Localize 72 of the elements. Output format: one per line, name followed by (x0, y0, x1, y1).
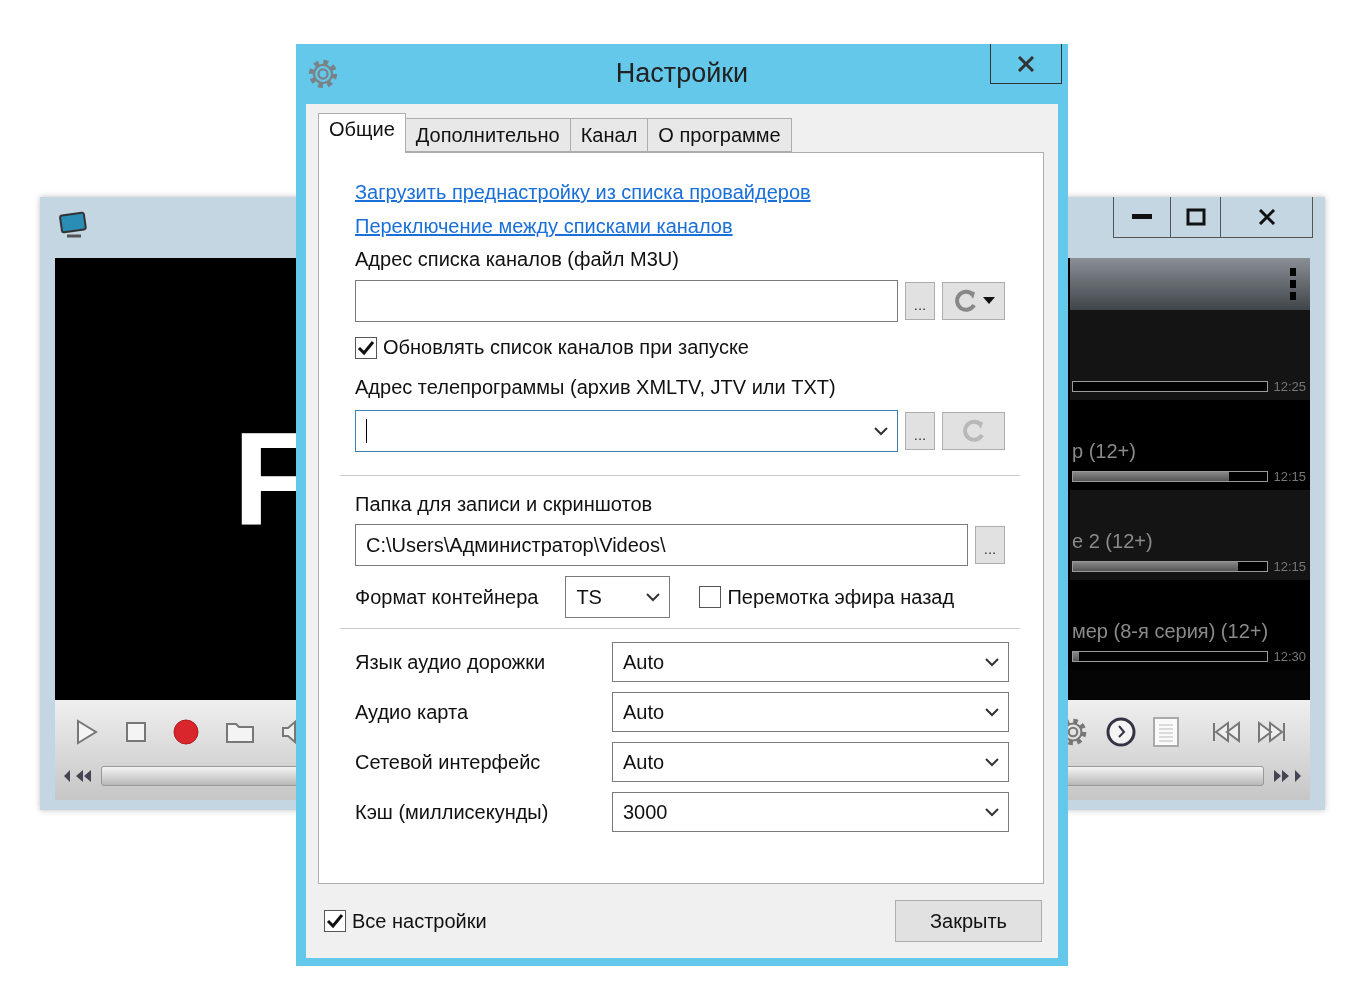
channel-row[interactable]: е 2 (12+) 12:15 (1070, 490, 1310, 580)
refresh-button[interactable] (942, 282, 1005, 320)
checkbox[interactable] (699, 586, 722, 608)
browse-button[interactable]: ... (905, 282, 935, 320)
record-icon[interactable] (173, 719, 199, 745)
field-label: Папка для записи и скриншотов (355, 492, 654, 516)
programme-title: р (12+) (1072, 440, 1137, 463)
play-icon[interactable] (75, 719, 99, 745)
programme-time: 12:30 (1273, 649, 1306, 664)
chevron-down-icon (984, 807, 1000, 817)
checkbox-label: Все настройки (352, 909, 487, 933)
checkbox[interactable] (355, 336, 377, 359)
close-button[interactable] (990, 44, 1062, 84)
dropdown[interactable]: Auto (612, 642, 1009, 682)
chevron-down-icon (873, 426, 889, 436)
folder-icon[interactable] (225, 720, 255, 744)
minimize-icon (1132, 214, 1152, 220)
checkbox[interactable] (324, 910, 346, 932)
text-cursor (366, 419, 367, 443)
chevron-down-icon (645, 592, 662, 602)
more-icon[interactable] (1290, 268, 1296, 300)
dropdown[interactable]: 3000 (612, 792, 1009, 832)
tab[interactable]: Общие (318, 113, 406, 153)
chevron-down-icon (984, 757, 1000, 767)
channel-row[interactable]: мер (8-я серия) (12+) 12:30 (1070, 580, 1310, 670)
field-label: Формат контейнера (355, 585, 539, 609)
channel-row[interactable]: р (12+) 12:15 (1070, 400, 1310, 490)
dialog-title: Настройки (614, 58, 750, 89)
tab[interactable]: О программе (647, 118, 792, 152)
stop-icon[interactable] (125, 721, 147, 743)
maximize-icon (1185, 208, 1206, 226)
path-field[interactable]: C:\Users\Администратор\Videos\ (355, 524, 968, 566)
browse-button[interactable]: ... (975, 526, 1005, 564)
container-select[interactable]: TS (565, 576, 671, 618)
programme-time: 12:15 (1273, 559, 1306, 574)
close-icon (1017, 55, 1035, 72)
previous-icon[interactable] (1211, 721, 1241, 743)
monitor-icon (59, 211, 89, 239)
field-label: Сетевой интерфейс (355, 750, 542, 774)
field-label: Адрес списка каналов (файл M3U) (355, 247, 680, 271)
checkbox-label: Обновлять список каналов при запуске (383, 336, 749, 359)
link[interactable]: Загрузить преднастройку из списка провайдеров (355, 175, 811, 209)
clock-icon[interactable] (1105, 716, 1137, 748)
chevron-down-icon (984, 657, 1000, 667)
combo-field[interactable] (355, 410, 898, 452)
chevron-down-icon (984, 707, 1000, 717)
programme-title: е 2 (12+) (1072, 530, 1154, 553)
field-label: Аудио карта (355, 700, 470, 724)
channel-row[interactable]: 12:25 (1070, 310, 1310, 400)
field-label: Язык аудио дорожки (355, 650, 547, 674)
next-icon[interactable] (1257, 721, 1287, 743)
caret-icon (983, 297, 995, 305)
programme-time: 12:25 (1273, 379, 1306, 394)
browse-button[interactable]: ... (905, 412, 935, 450)
field-label: Адрес телепрограммы (архив XMLTV, JTV или TXT) (355, 375, 837, 399)
close-button[interactable] (1220, 197, 1312, 237)
tab[interactable]: Канал (569, 118, 649, 152)
checkbox-label: Перемотка эфира назад (727, 585, 955, 609)
link[interactable]: Переключение между списками каналов (355, 209, 733, 243)
programme-time: 12:15 (1273, 469, 1306, 484)
dropdown[interactable]: Auto (612, 742, 1009, 782)
close-dialog-button[interactable]: Закрыть (895, 900, 1042, 942)
field-label: Кэш (миллисекунды) (355, 800, 550, 824)
close-icon (1257, 209, 1276, 225)
check-icon (357, 339, 375, 356)
gear-icon (306, 57, 340, 91)
input-field[interactable] (355, 280, 898, 322)
check-icon (326, 913, 344, 929)
tab[interactable]: Дополнительно (404, 118, 571, 152)
programme-title: мер (8-я серия) (12+) (1072, 620, 1270, 643)
maximize-button[interactable] (1170, 197, 1220, 237)
dropdown[interactable]: Auto (612, 692, 1009, 732)
